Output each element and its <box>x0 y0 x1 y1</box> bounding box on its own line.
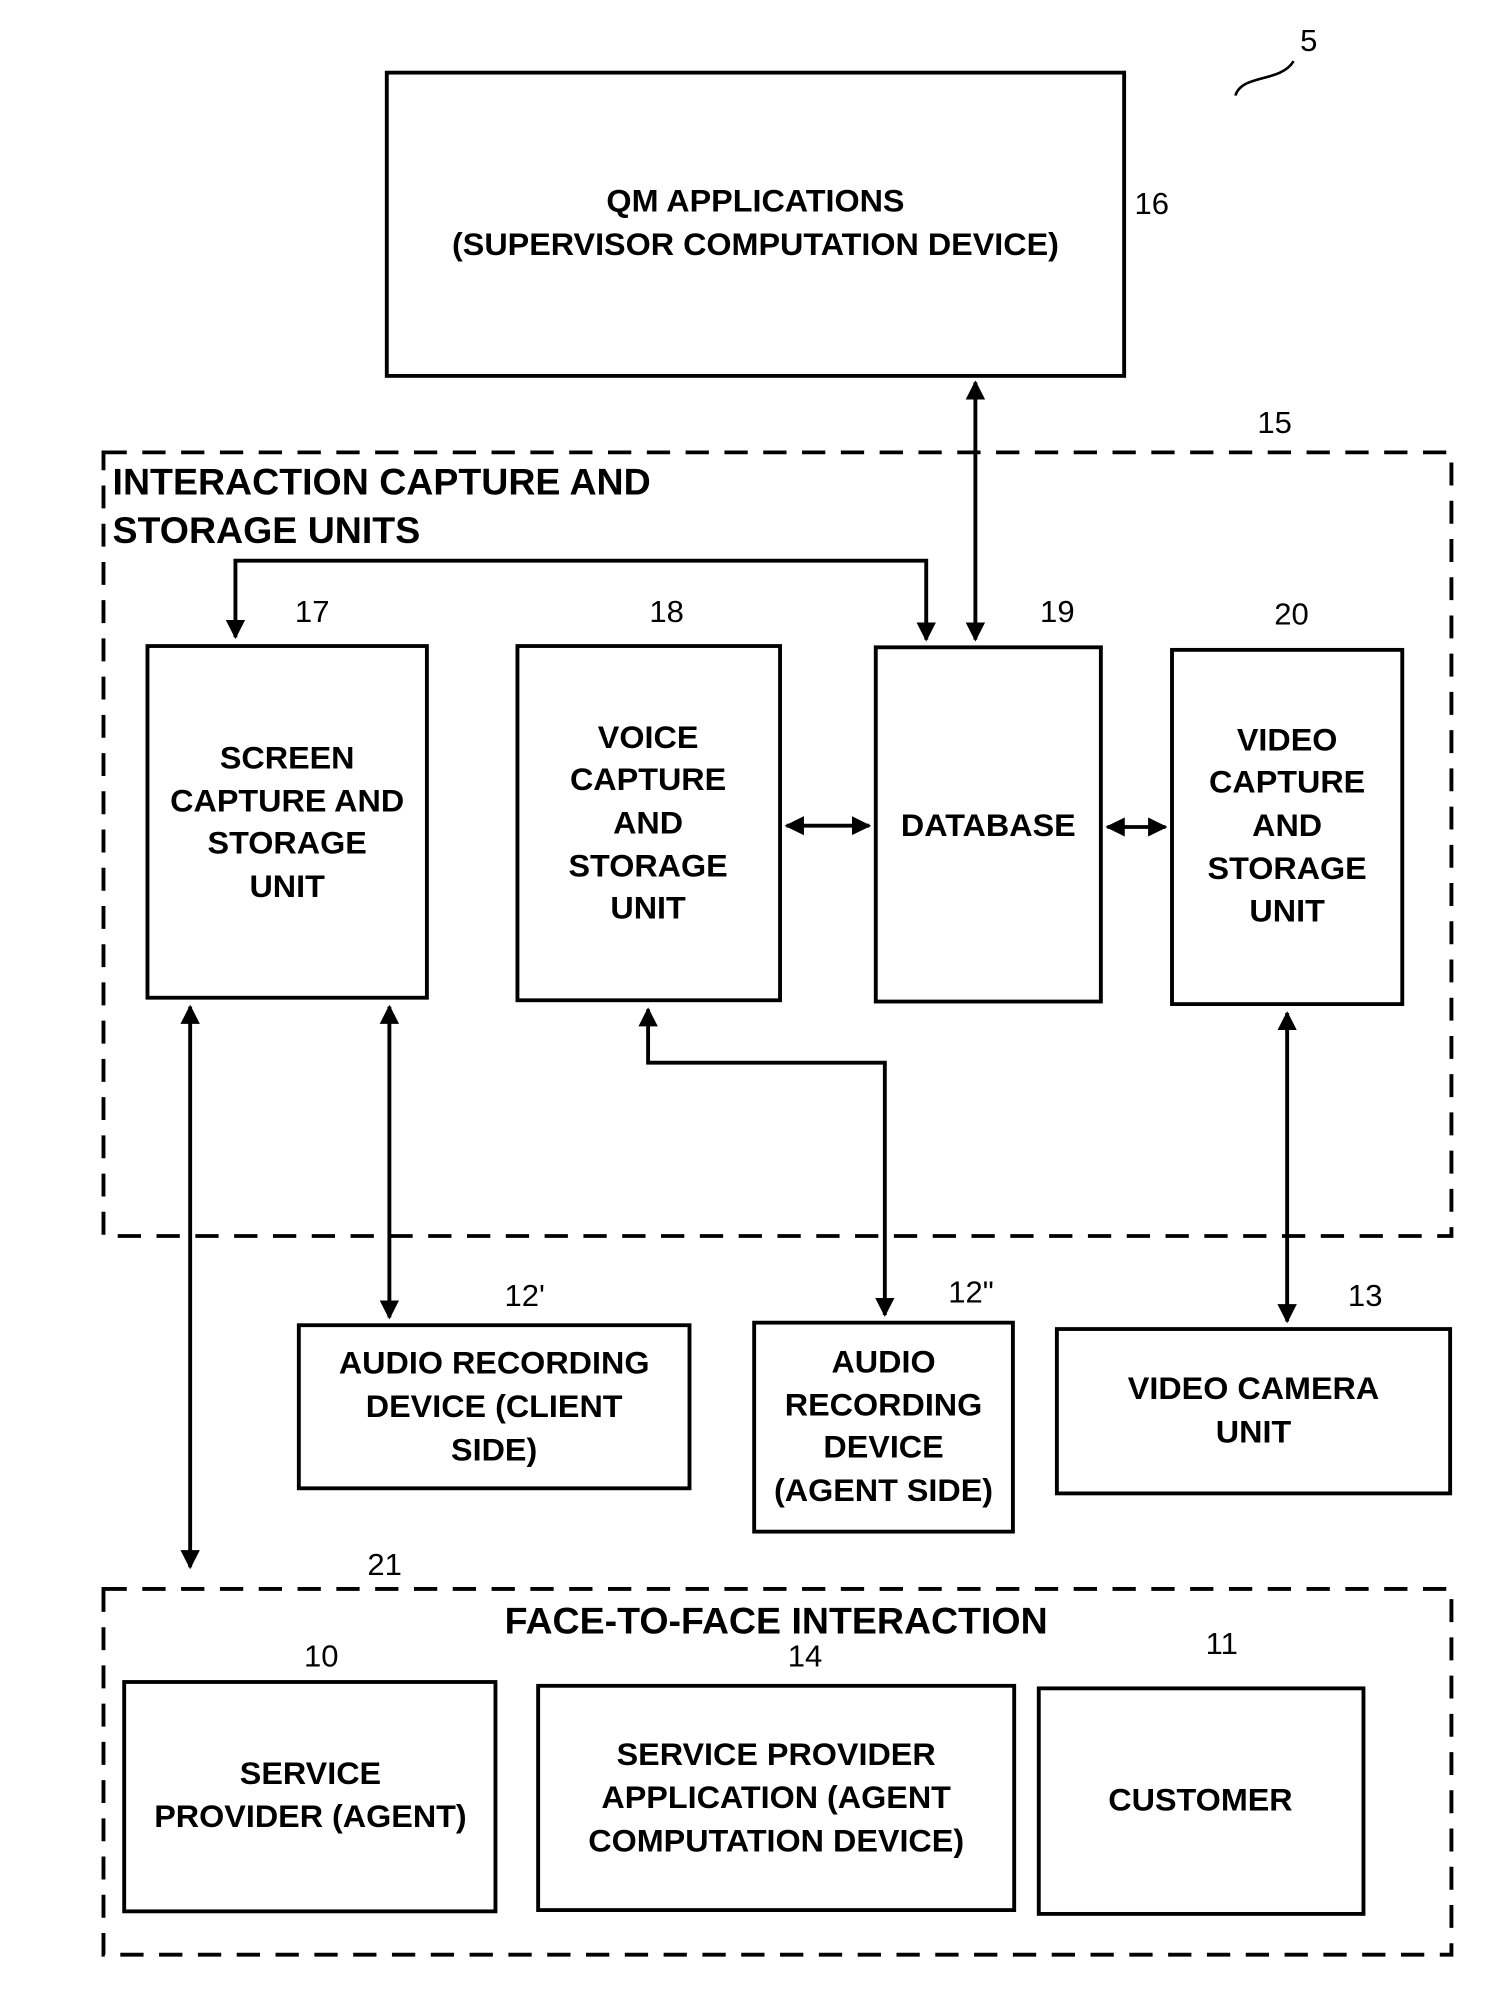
database-box: DATABASE 19 <box>873 594 1103 1004</box>
voice-label: STORAGE <box>568 848 727 884</box>
audio-agent-label: (AGENT SIDE) <box>774 1472 993 1508</box>
audio-agent-label: DEVICE <box>823 1429 943 1465</box>
customer-label: CUSTOMER <box>1108 1782 1292 1818</box>
qm-label-line-1: QM APPLICATIONS <box>606 183 904 219</box>
video-ref: 20 <box>1274 597 1309 632</box>
screen-label: STORAGE <box>208 825 367 861</box>
audio-client-label: DEVICE (CLIENT <box>366 1388 623 1424</box>
customer-ref: 11 <box>1206 1626 1238 1661</box>
audio-agent-ref: 12" <box>948 1274 994 1309</box>
voice-ref: 18 <box>649 594 684 629</box>
video-label: STORAGE <box>1208 850 1367 886</box>
audio-client-label: AUDIO RECORDING <box>339 1345 650 1381</box>
voice-label: CAPTURE <box>570 761 726 797</box>
screen-label: SCREEN <box>220 740 355 776</box>
database-label: DATABASE <box>901 807 1076 843</box>
agent-app-ref: 14 <box>788 1639 823 1674</box>
video-label: AND <box>1252 807 1322 843</box>
agent-app-label: COMPUTATION DEVICE) <box>588 1823 964 1859</box>
capture-group-title-2: STORAGE UNITS <box>113 509 421 551</box>
figure-ref: 5 <box>1300 23 1317 58</box>
video-label: CAPTURE <box>1209 764 1365 800</box>
database-ref: 19 <box>1040 594 1075 629</box>
arrow-voice-audio-agent <box>638 1007 895 1317</box>
agent-label: SERVICE <box>240 1755 381 1791</box>
voice-capture-box: VOICE CAPTURE AND STORAGE UNIT 18 <box>515 594 782 1003</box>
qm-ref: 16 <box>1134 186 1169 221</box>
qm-label-line-2: (SUPERVISOR COMPUTATION DEVICE) <box>452 226 1059 262</box>
camera-ref: 13 <box>1348 1278 1383 1313</box>
audio-agent-label: RECORDING <box>785 1387 983 1423</box>
screen-label: UNIT <box>249 868 325 904</box>
agent-app-label: SERVICE PROVIDER <box>617 1736 936 1772</box>
voice-label: VOICE <box>598 719 699 755</box>
audio-client-label: SIDE) <box>451 1431 537 1467</box>
service-provider-box: SERVICE PROVIDER (AGENT) 10 <box>122 1639 498 1914</box>
agent-application-box: SERVICE PROVIDER APPLICATION (AGENT COMP… <box>536 1639 1017 1912</box>
video-label: VIDEO <box>1237 722 1338 758</box>
video-capture-box: VIDEO CAPTURE AND STORAGE UNIT 20 <box>1170 597 1405 1007</box>
video-camera-box: VIDEO CAMERA UNIT 13 <box>1054 1278 1453 1496</box>
figure-ref-leader <box>1234 60 1295 97</box>
capture-group-title-1: INTERACTION CAPTURE AND <box>113 461 651 503</box>
audio-agent-label: AUDIO <box>831 1344 935 1380</box>
f2f-ref: 21 <box>367 1547 402 1582</box>
customer-box: CUSTOMER 11 <box>1036 1626 1366 1916</box>
agent-label: PROVIDER (AGENT) <box>154 1798 466 1834</box>
voice-label: AND <box>613 805 683 841</box>
agent-app-label: APPLICATION (AGENT <box>601 1779 951 1815</box>
capture-group-ref: 15 <box>1257 405 1292 440</box>
audio-client-box: AUDIO RECORDING DEVICE (CLIENT SIDE) 12' <box>296 1278 692 1491</box>
qm-applications-box: QM APPLICATIONS (SUPERVISOR COMPUTATION … <box>384 70 1169 378</box>
screen-capture-box: SCREEN CAPTURE AND STORAGE UNIT 17 <box>145 594 429 1000</box>
voice-label: UNIT <box>610 890 686 926</box>
screen-ref: 17 <box>295 594 330 629</box>
camera-label: VIDEO CAMERA <box>1128 1370 1379 1406</box>
audio-client-ref: 12' <box>505 1278 545 1313</box>
screen-label: CAPTURE AND <box>170 783 404 819</box>
camera-label: UNIT <box>1216 1414 1292 1450</box>
block-diagram: 5 QM APPLICATIONS (SUPERVISOR COMPUTATIO… <box>101 23 1454 1957</box>
video-label: UNIT <box>1249 892 1325 928</box>
arrow-screen-database <box>225 558 936 642</box>
agent-ref: 10 <box>304 1639 339 1674</box>
face-to-face-title: FACE-TO-FACE INTERACTION <box>505 1600 1048 1642</box>
